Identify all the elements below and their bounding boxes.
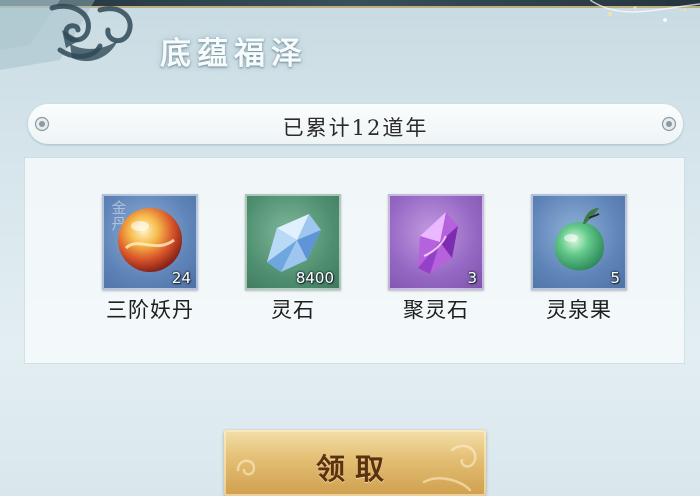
reward-count: 3 <box>467 269 477 287</box>
reward-count: 8400 <box>295 269 334 287</box>
reward-count: 5 <box>610 269 620 287</box>
accumulated-years-text: 已累计12道年 <box>282 116 429 140</box>
progress-banner: 已累计12道年 <box>28 104 683 144</box>
reward-item[interactable]: 8400 灵石 <box>233 194 353 324</box>
claim-button-label: 领取 <box>315 452 394 486</box>
reward-name: 灵石 <box>271 298 315 322</box>
reward-item[interactable]: 5 灵泉果 <box>519 194 639 324</box>
reward-icon-frame[interactable]: 8400 <box>245 194 341 290</box>
reward-icon-frame[interactable]: 5 <box>531 194 627 290</box>
reward-name: 灵泉果 <box>546 298 612 322</box>
reward-icon-frame[interactable]: 3 <box>388 194 484 290</box>
claim-button[interactable]: 领取 <box>224 430 486 496</box>
reward-item[interactable]: 3 聚灵石 <box>376 194 496 324</box>
banner-ornament-right-icon <box>661 116 677 132</box>
reward-icon-frame[interactable]: 金丹 24 <box>102 194 198 290</box>
sparkle-decoration-icon <box>590 0 700 22</box>
reward-name: 三阶妖丹 <box>106 298 194 322</box>
cloud-emblem-icon <box>0 0 133 70</box>
page-title: 底蕴福泽 <box>160 36 308 72</box>
reward-count: 24 <box>171 269 191 287</box>
reward-item[interactable]: 金丹 24 三阶妖丹 <box>90 194 210 324</box>
rewards-panel: 金丹 24 三阶妖丹 8400 灵石 3 聚灵石 5 灵泉果 <box>25 158 684 363</box>
reward-name: 聚灵石 <box>403 298 469 322</box>
